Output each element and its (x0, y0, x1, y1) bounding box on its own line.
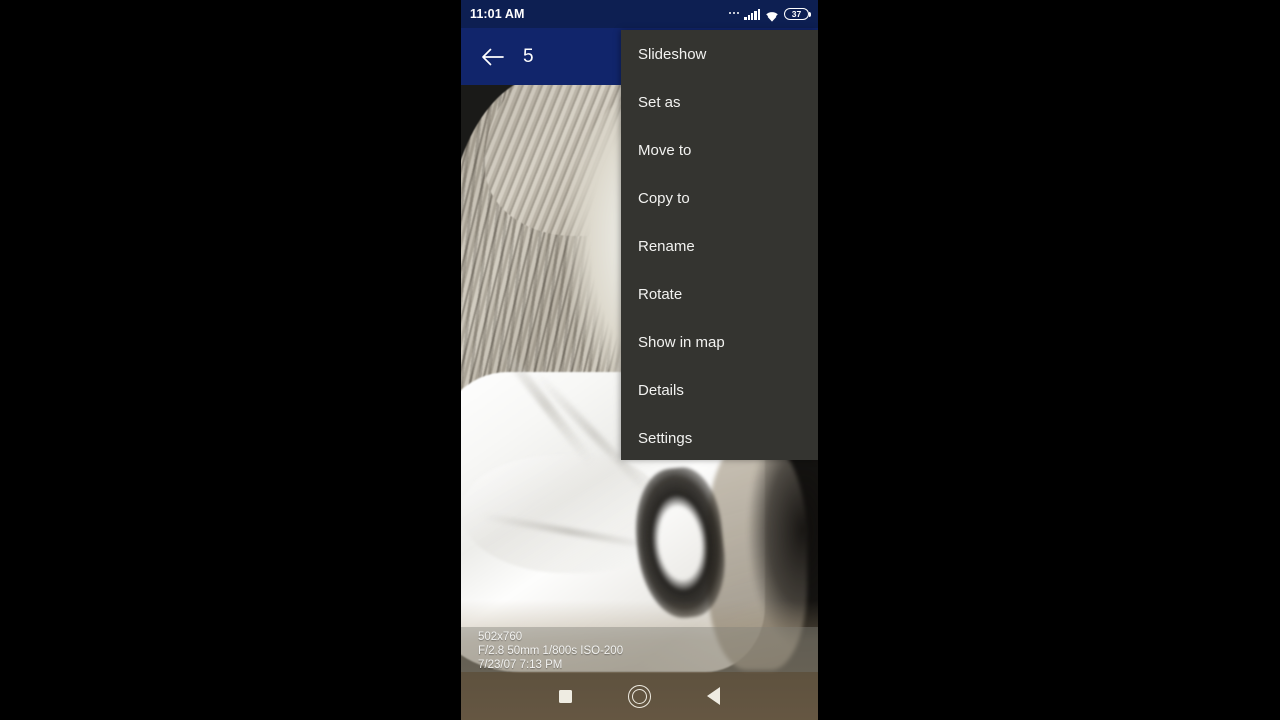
exif-overlay: 502x760 F/2.8 50mm 1/800s ISO-200 7/23/0… (461, 627, 818, 672)
menu-item-label: Rotate (638, 285, 683, 303)
more-dots-icon (728, 11, 740, 17)
menu-item-label: Settings (638, 429, 693, 447)
menu-item-label: Show in map (638, 333, 725, 351)
triangle-left-icon (707, 687, 720, 705)
cellular-signal-icon (744, 8, 760, 20)
exif-capture-settings: F/2.8 50mm 1/800s ISO-200 (478, 645, 624, 657)
photo-sleeve (461, 455, 661, 573)
menu-item-settings[interactable]: Settings (621, 414, 818, 462)
menu-item-slideshow[interactable]: Slideshow (621, 30, 818, 78)
back-nav-button[interactable] (677, 672, 751, 720)
screenshot-canvas: 11:01 AM 37 5 Slideshow Set as Move to C… (0, 0, 1280, 720)
menu-item-label: Slideshow (638, 45, 707, 63)
phone-screen: 11:01 AM 37 5 Slideshow Set as Move to C… (461, 0, 818, 720)
menu-item-label: Copy to (638, 189, 690, 207)
menu-item-move-to[interactable]: Move to (621, 126, 818, 174)
status-icons: 37 (728, 8, 812, 22)
circle-icon (628, 684, 651, 708)
status-bar: 11:01 AM 37 (461, 0, 818, 28)
menu-item-show-in-map[interactable]: Show in map (621, 318, 818, 366)
menu-item-set-as[interactable]: Set as (621, 78, 818, 126)
photo-strap (629, 463, 731, 623)
menu-item-label: Rename (638, 237, 695, 255)
page-title: 5 (523, 45, 534, 67)
back-button[interactable] (469, 34, 515, 80)
menu-item-label: Set as (638, 93, 681, 111)
wifi-icon (764, 9, 780, 22)
overflow-menu[interactable]: Slideshow Set as Move to Copy to Rename … (621, 30, 818, 460)
photo-fabric-fold (479, 512, 659, 551)
battery-icon: 37 (784, 8, 812, 20)
status-clock: 11:01 AM (470, 7, 525, 21)
system-navigation-bar (461, 672, 818, 720)
square-icon (559, 689, 572, 703)
menu-item-details[interactable]: Details (621, 366, 818, 414)
photo-fabric-fold (495, 342, 597, 468)
menu-item-rotate[interactable]: Rotate (621, 270, 818, 318)
exif-datetime: 7/23/07 7:13 PM (478, 659, 563, 671)
menu-item-label: Move to (638, 141, 692, 159)
recents-button[interactable] (529, 672, 603, 720)
menu-item-label: Details (638, 381, 684, 399)
battery-level-label: 37 (791, 8, 802, 19)
menu-item-copy-to[interactable]: Copy to (621, 174, 818, 222)
home-button[interactable] (603, 672, 677, 720)
menu-item-rename[interactable]: Rename (621, 222, 818, 270)
arrow-left-icon (481, 48, 504, 65)
exif-dimensions: 502x760 (478, 631, 523, 643)
